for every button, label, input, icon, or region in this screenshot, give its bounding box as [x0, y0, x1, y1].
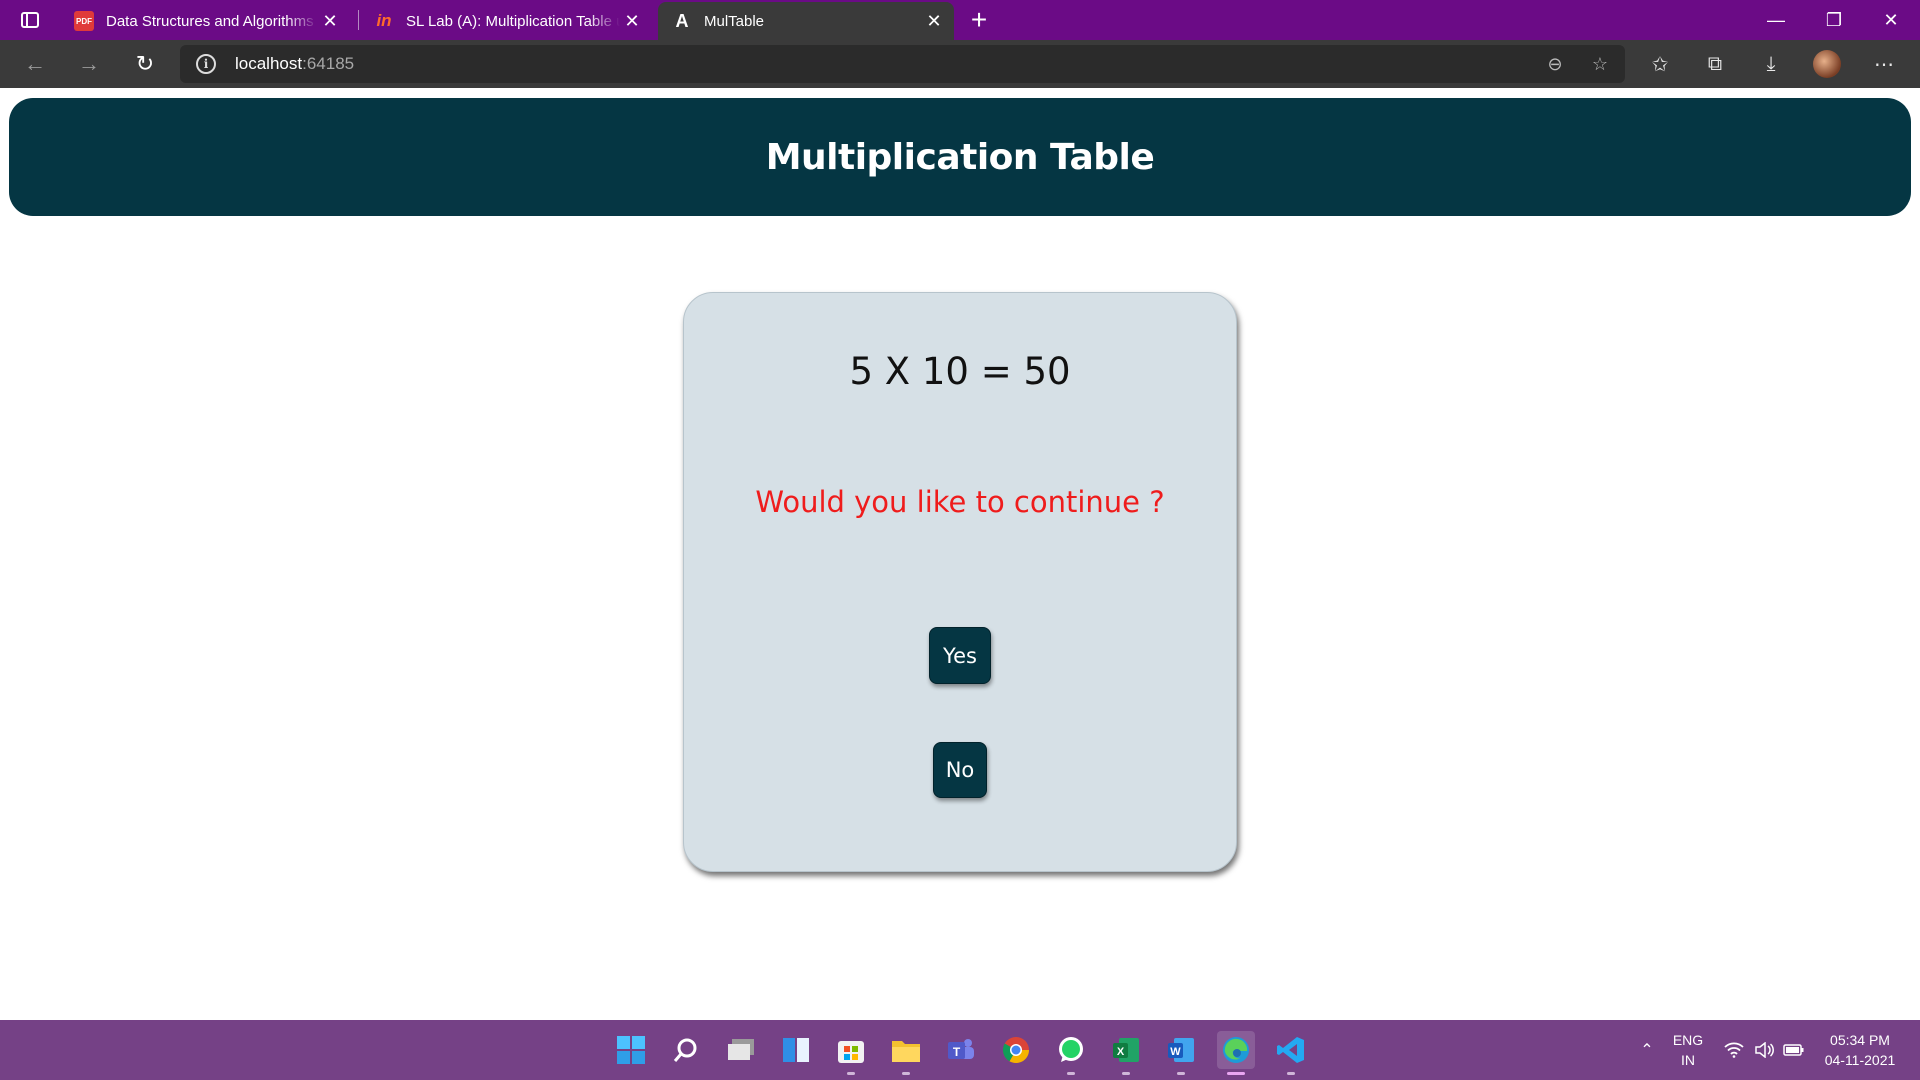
new-tab-button[interactable]: + [964, 4, 994, 36]
equation-text: 5 X 10 = 50 [849, 350, 1071, 393]
url-text: localhost:64185 [235, 54, 354, 74]
browser-toolbar: ← → ↻ i localhost:64185 ⊖ ☆ ✩ ⧉ ⤓ ⋯ [0, 40, 1920, 88]
info-icon[interactable]: i [196, 54, 216, 74]
taskbar: T X W ⌃ ENG IN 05:34 PM 04-11-2021 [0, 1020, 1920, 1080]
start-icon[interactable] [612, 1031, 650, 1069]
title-bar: PDF Data Structures and Algorithms ✕ in … [0, 0, 1920, 40]
language-indicator[interactable]: ENG IN [1669, 1030, 1707, 1070]
word-icon[interactable]: W [1162, 1031, 1200, 1075]
tab-data-structures[interactable]: PDF Data Structures and Algorithms ✕ [60, 2, 350, 40]
tab-title: SL Lab (A): Multiplication Table u [406, 12, 620, 30]
forward-button[interactable]: → [71, 46, 107, 82]
angular-icon: A [675, 10, 689, 31]
excel-icon[interactable]: X [1107, 1031, 1145, 1075]
zoom-out-icon[interactable]: ⊖ [1542, 51, 1568, 77]
volume-icon[interactable] [1752, 1020, 1776, 1080]
widgets-icon[interactable] [777, 1031, 815, 1069]
wifi-icon[interactable] [1722, 1020, 1746, 1080]
no-button[interactable]: No [933, 742, 987, 798]
teams-icon[interactable]: T [942, 1031, 980, 1069]
svg-text:T: T [953, 1045, 961, 1059]
page-header: Multiplication Table [9, 98, 1911, 216]
profile-avatar[interactable] [1813, 50, 1841, 78]
whatsapp-icon[interactable] [1052, 1031, 1090, 1075]
vscode-icon[interactable] [1272, 1031, 1310, 1075]
continue-question: Would you like to continue ? [755, 485, 1165, 519]
tab-title: MulTable [704, 12, 765, 30]
tab-sl-lab[interactable]: in SL Lab (A): Multiplication Table u ✕ [360, 2, 652, 40]
chrome-icon[interactable] [997, 1031, 1035, 1069]
svg-text:X: X [1117, 1046, 1125, 1058]
tab-close-icon[interactable]: ✕ [318, 11, 342, 32]
chevron-up-icon[interactable]: ⌃ [1634, 1020, 1660, 1080]
tab-actions-icon[interactable] [14, 8, 46, 32]
task-view-icon[interactable] [722, 1031, 760, 1069]
clock[interactable]: 05:34 PM 04-11-2021 [1812, 1030, 1908, 1070]
invision-icon: in [376, 11, 392, 30]
search-icon[interactable] [667, 1031, 705, 1069]
store-icon[interactable] [832, 1031, 870, 1075]
battery-icon[interactable] [1782, 1020, 1806, 1080]
add-favorite-icon[interactable]: ☆ [1587, 51, 1613, 77]
pdf-icon: PDF [74, 11, 94, 31]
back-button[interactable]: ← [17, 46, 53, 82]
file-explorer-icon[interactable] [887, 1031, 925, 1075]
more-menu-icon[interactable]: ⋯ [1870, 50, 1898, 78]
language-top: ENG [1672, 1032, 1704, 1048]
tab-separator [358, 10, 359, 30]
tab-close-icon[interactable]: ✕ [620, 11, 644, 32]
address-bar[interactable]: i localhost:64185 ⊖ ☆ [180, 45, 1625, 83]
svg-text:W: W [1170, 1046, 1181, 1058]
url-host: localhost [235, 54, 303, 73]
restore-button[interactable]: ❐ [1805, 0, 1863, 40]
yes-button[interactable]: Yes [929, 627, 991, 684]
refresh-button[interactable]: ↻ [127, 46, 163, 82]
tab-close-icon[interactable]: ✕ [922, 11, 946, 32]
url-port: :64185 [302, 54, 355, 73]
clock-date: 04-11-2021 [1824, 1052, 1896, 1068]
page-title: Multiplication Table [765, 136, 1155, 178]
tab-multable[interactable]: A MulTable ✕ [658, 2, 954, 40]
downloads-icon[interactable]: ⤓ [1757, 50, 1785, 78]
edge-icon[interactable] [1217, 1031, 1255, 1075]
collections-icon[interactable]: ⧉ [1701, 50, 1729, 78]
tab-title: Data Structures and Algorithms [106, 12, 314, 30]
minimize-button[interactable]: — [1747, 0, 1805, 40]
favorites-icon[interactable]: ✩ [1646, 50, 1674, 78]
close-window-button[interactable]: ✕ [1862, 0, 1920, 40]
clock-time: 05:34 PM [1830, 1032, 1890, 1048]
language-bottom: IN [1681, 1052, 1695, 1068]
